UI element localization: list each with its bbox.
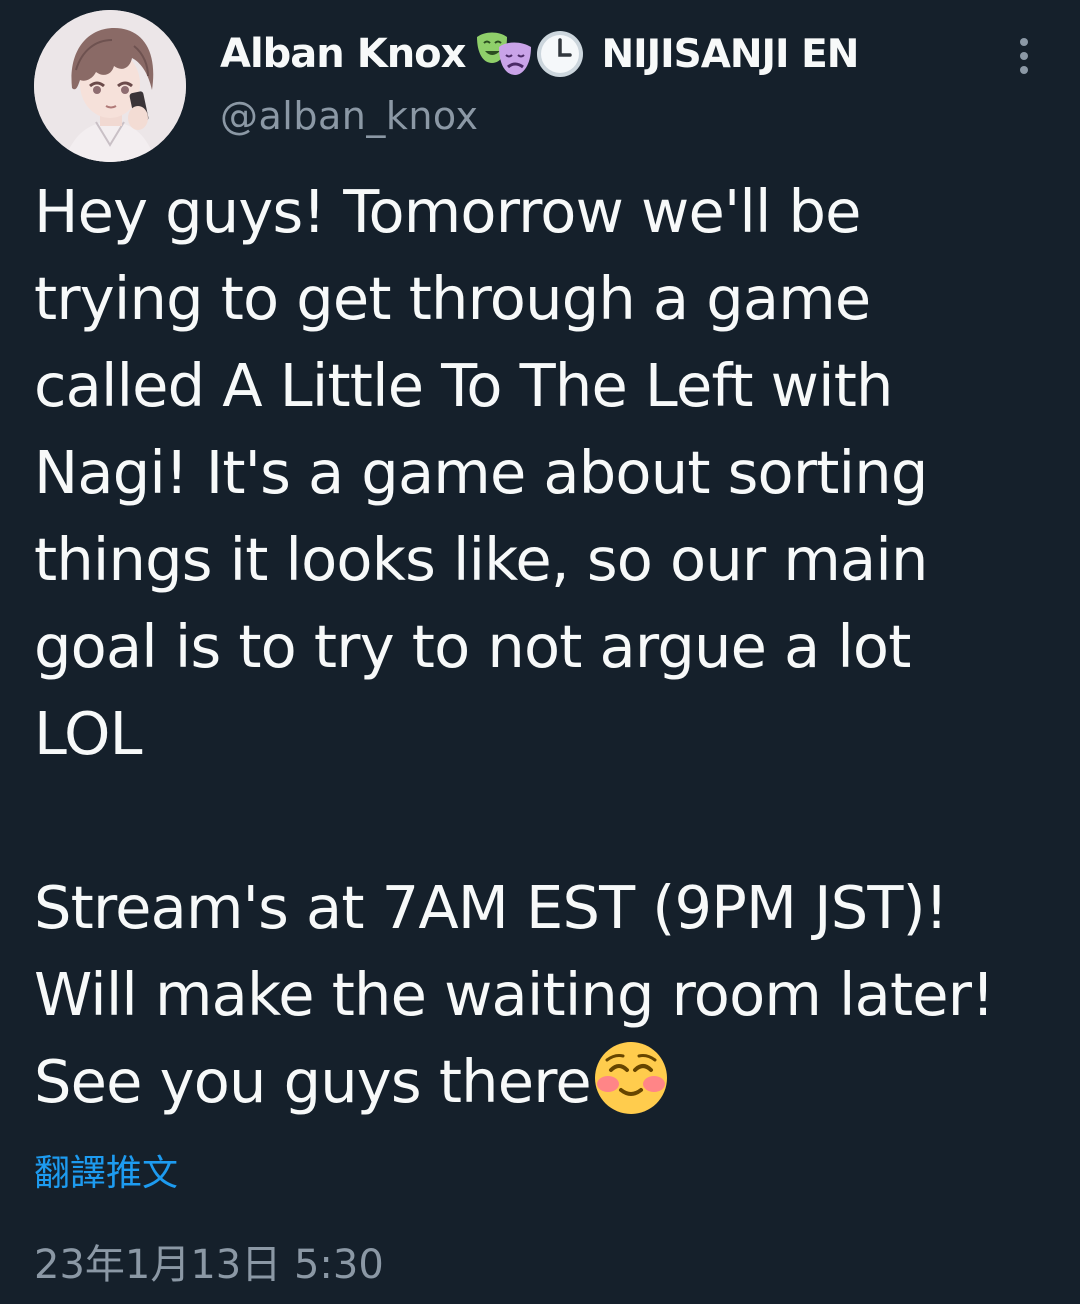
smiling-face-with-blush-icon	[591, 1040, 671, 1116]
more-dot	[1020, 38, 1028, 46]
display-name[interactable]: Alban Knox	[220, 31, 466, 77]
avatar[interactable]	[34, 10, 186, 162]
performing-arts-masks-icon	[475, 29, 533, 79]
tweet-paragraph-2-lines: Stream's at 7AM EST (9PM JST)! Will make…	[34, 873, 995, 1029]
tweet: Alban Knox NIJISANJI EN @alban_knox Hey …	[0, 0, 1080, 1304]
more-dot	[1020, 52, 1028, 60]
tweet-paragraph-2: Stream's at 7AM EST (9PM JST)! Will make…	[34, 864, 1044, 1125]
tweet-timestamp[interactable]: 23年1月13日 5:30	[34, 1232, 384, 1290]
tweet-paragraph-1: Hey guys! Tomorrow we'll be trying to ge…	[34, 177, 928, 768]
more-dot	[1020, 66, 1028, 74]
tweet-paragraph-2-last: See you guys there	[34, 1047, 592, 1116]
name-row: Alban Knox NIJISANJI EN	[220, 28, 859, 80]
tweet-body: Hey guys! Tomorrow we'll be trying to ge…	[34, 168, 1044, 1125]
tweet-header: Alban Knox NIJISANJI EN @alban_knox	[34, 10, 1044, 162]
more-vertical-icon[interactable]	[1004, 32, 1044, 80]
clock-icon	[535, 29, 585, 79]
translate-tweet-link[interactable]: 翻譯推文	[34, 1144, 178, 1196]
user-handle[interactable]: @alban_knox	[220, 94, 479, 138]
name-suffix: NIJISANJI EN	[601, 31, 859, 77]
